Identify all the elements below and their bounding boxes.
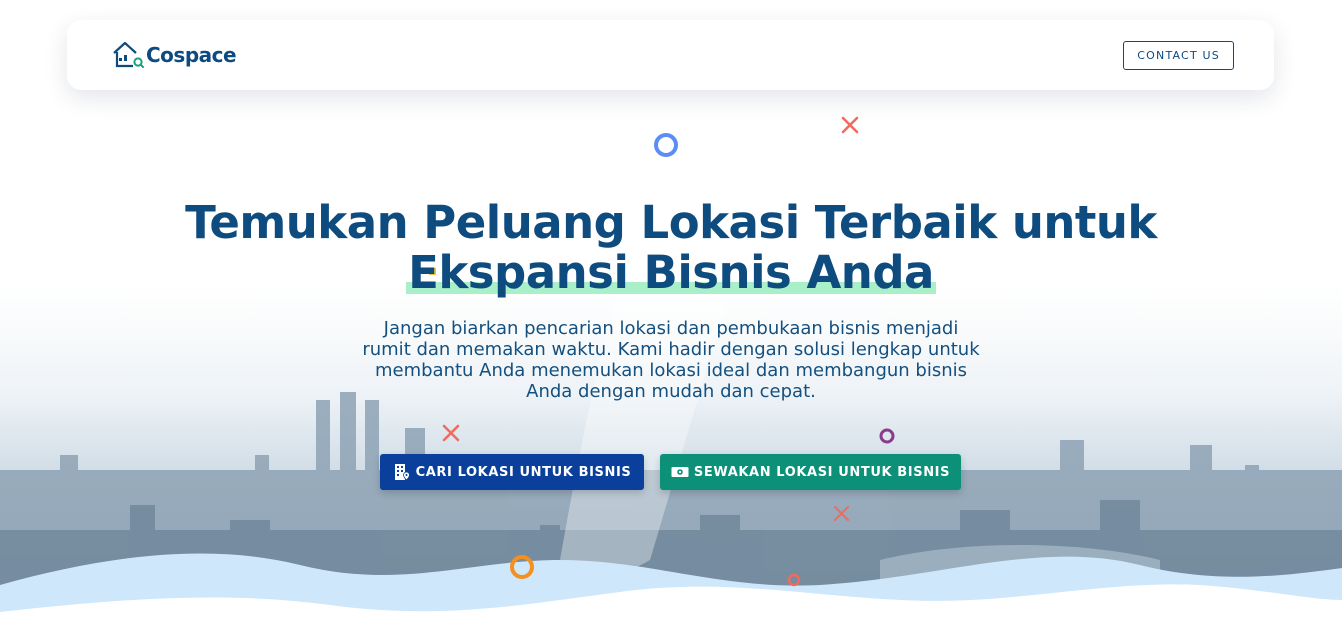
brand-logo[interactable]: Cospace: [112, 40, 237, 70]
money-bill-icon: [671, 467, 689, 477]
building-location-icon: [394, 464, 410, 481]
contact-us-button[interactable]: CONTACT US: [1123, 40, 1234, 70]
rent-location-label: SEWAKAN LOKASI UNTUK BISNIS: [693, 464, 951, 480]
top-navbar: Cospace CONTACT US: [67, 20, 1274, 90]
headline-line-1: Temukan Peluang Lokasi Terbaik untuk: [185, 196, 1157, 249]
hero-background: [0, 0, 1342, 633]
rent-location-button[interactable]: SEWAKAN LOKASI UNTUK BISNIS: [660, 454, 961, 490]
hero-subtitle: Jangan biarkan pencarian lokasi dan pemb…: [362, 318, 980, 402]
hero-headline: Temukan Peluang Lokasi Terbaik untuk Eks…: [0, 198, 1342, 298]
hero-section: Cospace CONTACT US Temukan Peluang Lokas…: [0, 0, 1342, 633]
find-location-button[interactable]: CARI LOKASI UNTUK BISNIS: [380, 454, 644, 490]
house-search-icon: [113, 41, 144, 68]
brand-name: Cospace: [146, 43, 237, 67]
headline-highlight: Ekspansi Bisnis Anda: [406, 246, 936, 299]
find-location-label: CARI LOKASI UNTUK BISNIS: [415, 464, 632, 480]
